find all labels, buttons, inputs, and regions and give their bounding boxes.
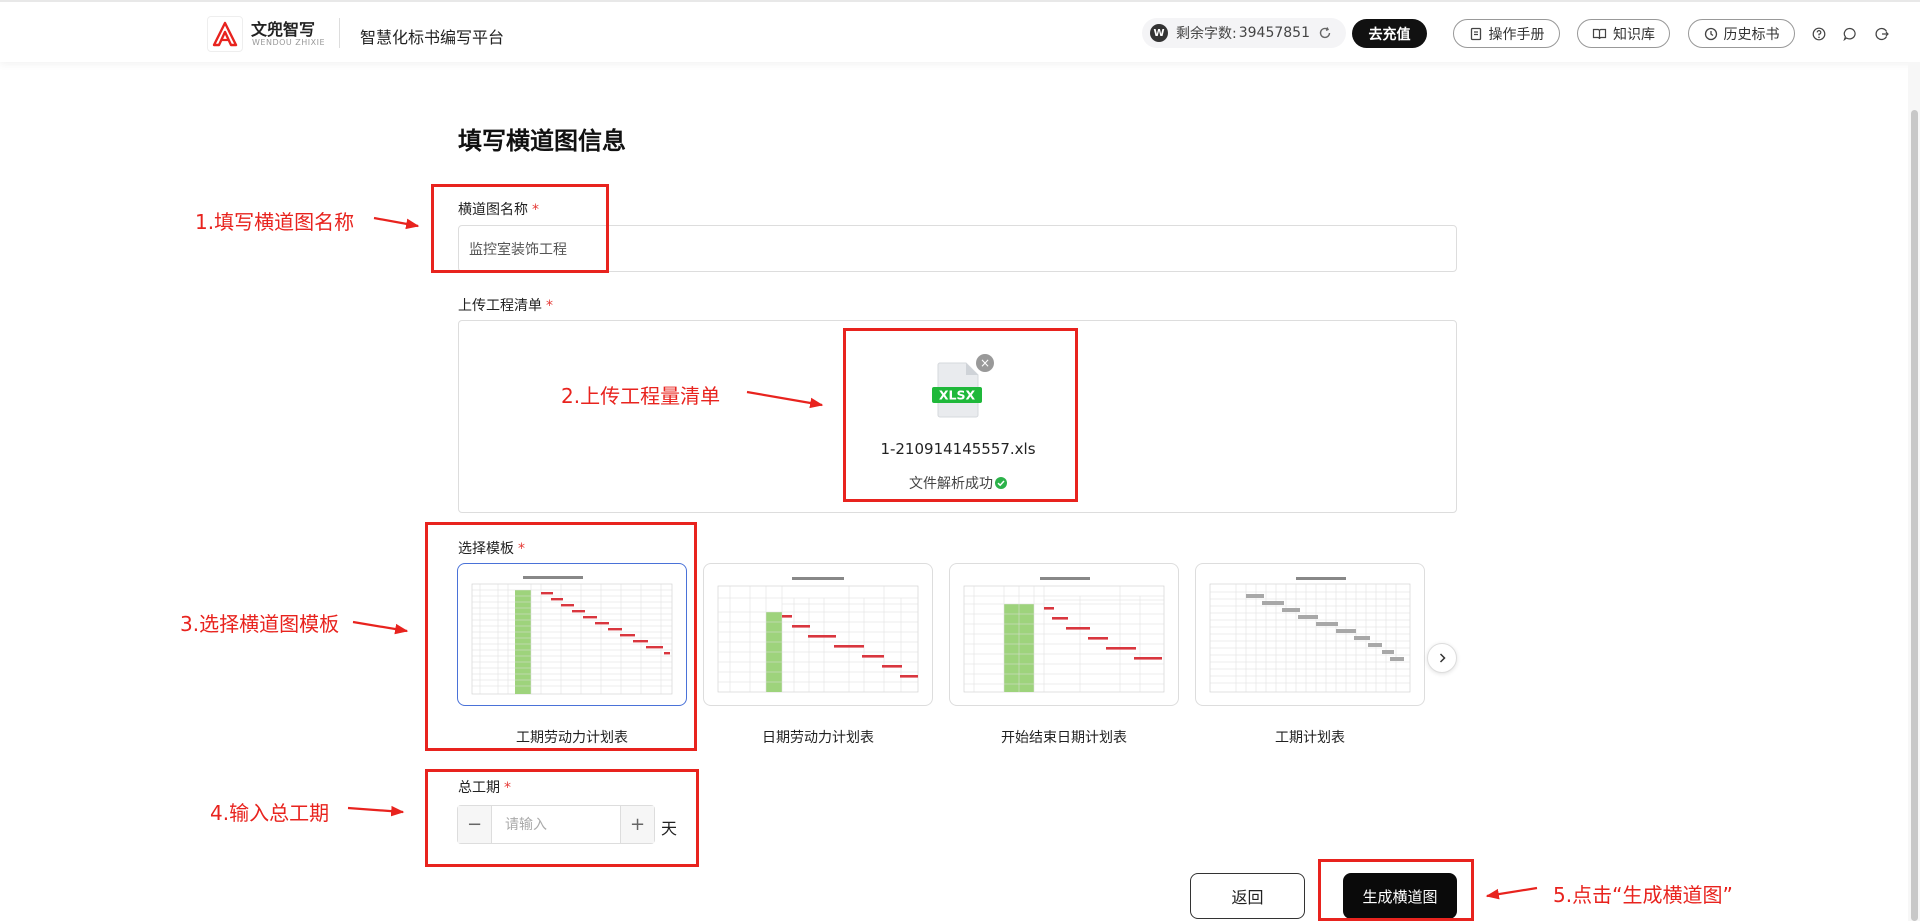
logout-icon[interactable] <box>1873 25 1891 43</box>
annotation-arrow-3 <box>352 620 409 635</box>
clock-icon <box>1704 27 1717 40</box>
template-card-3[interactable] <box>949 563 1179 706</box>
upload-label-text: 上传工程清单 <box>458 298 542 314</box>
annotation-step-5: 5.点击“生成横道图” <box>1553 883 1733 907</box>
brand-divider <box>339 18 340 48</box>
success-check-icon <box>995 477 1007 493</box>
increment-button[interactable]: + <box>620 806 654 843</box>
form-title: 填写横道图信息 <box>458 127 626 155</box>
quota-label: 剩余字数: <box>1176 26 1237 42</box>
history-label: 历史标书 <box>1723 26 1780 43</box>
file-status-text: 文件解析成功 <box>909 476 993 492</box>
scrollbar-thumb[interactable] <box>1911 110 1918 921</box>
word-quota: W 剩余字数: 39457851 <box>1142 18 1346 48</box>
template-next-button[interactable] <box>1427 643 1457 673</box>
annotation-step-1: 1.填写横道图名称 <box>195 210 355 234</box>
template-thumbnail <box>714 572 922 698</box>
brand-logo-icon[interactable] <box>207 16 243 52</box>
template-card-1[interactable] <box>457 563 687 706</box>
template-label-2: 日期劳动力计划表 <box>762 730 874 746</box>
xlsx-file-icon: XLSX <box>932 362 982 418</box>
refresh-icon[interactable] <box>1318 26 1332 40</box>
annotation-arrow-5 <box>1485 886 1538 900</box>
name-label: 横道图名称 * <box>458 199 539 219</box>
template-thumbnail <box>1206 572 1414 698</box>
recharge-button[interactable]: 去充值 <box>1352 19 1427 48</box>
template-label: 选择模板 * <box>458 538 525 558</box>
top-header: 文兜智写 WENDOU ZHIXIE 智慧化标书编写平台 W 剩余字数: 394… <box>0 0 1920 62</box>
upload-label: 上传工程清单 * <box>458 295 553 315</box>
chevron-right-icon <box>1439 653 1446 663</box>
template-label-text: 选择模板 <box>458 541 514 557</box>
file-status: 文件解析成功 <box>854 473 1062 493</box>
back-button[interactable]: 返回 <box>1190 873 1305 919</box>
quota-value: 39457851 <box>1238 25 1310 41</box>
required-mark: * <box>504 780 511 796</box>
template-label-3: 开始结束日期计划表 <box>1001 730 1127 746</box>
duration-input[interactable] <box>493 806 620 843</box>
file-ext-label: XLSX <box>939 388 976 403</box>
duration-label: 总工期 * <box>458 777 511 797</box>
platform-title: 智慧化标书编写平台 <box>360 28 505 47</box>
brand-name-en: WENDOU ZHIXIE <box>252 38 326 47</box>
chat-icon[interactable] <box>1841 25 1859 43</box>
template-label-4: 工期计划表 <box>1275 730 1345 746</box>
annotation-arrow-1 <box>373 216 420 230</box>
template-card-2[interactable] <box>703 563 933 706</box>
history-button[interactable]: 历史标书 <box>1688 19 1795 48</box>
template-label-1: 工期劳动力计划表 <box>516 730 628 746</box>
required-mark: * <box>546 298 553 314</box>
chart-name-input[interactable] <box>458 225 1457 272</box>
remove-file-icon[interactable]: × <box>976 354 994 372</box>
annotation-step-3: 3.选择横道图模板 <box>180 612 340 636</box>
template-thumbnail <box>960 572 1168 698</box>
brand-name: 文兜智写 <box>251 20 316 39</box>
file-name: 1-210914145557.xls <box>880 440 1036 458</box>
annotation-step-2: 2.上传工程量清单 <box>561 384 721 408</box>
manual-label: 操作手册 <box>1488 26 1545 43</box>
w-badge-icon: W <box>1150 24 1168 42</box>
generate-chart-button[interactable]: 生成横道图 <box>1343 873 1457 919</box>
knowledge-button[interactable]: 知识库 <box>1577 19 1670 48</box>
help-icon[interactable] <box>1810 25 1828 43</box>
annotation-arrow-4 <box>347 805 405 817</box>
required-mark: * <box>532 202 539 218</box>
book-icon <box>1592 28 1607 39</box>
template-thumbnail <box>468 572 676 698</box>
duration-unit: 天 <box>661 819 678 838</box>
template-card-4[interactable] <box>1195 563 1425 706</box>
name-label-text: 横道图名称 <box>458 202 528 218</box>
annotation-step-4: 4.输入总工期 <box>210 801 330 825</box>
knowledge-label: 知识库 <box>1613 26 1655 43</box>
duration-label-text: 总工期 <box>458 780 500 796</box>
duration-stepper: − + <box>457 805 655 844</box>
page: 文兜智写 WENDOU ZHIXIE 智慧化标书编写平台 W 剩余字数: 394… <box>0 0 1920 921</box>
manual-button[interactable]: 操作手册 <box>1453 19 1560 48</box>
decrement-button[interactable]: − <box>458 806 492 843</box>
required-mark: * <box>518 541 525 557</box>
manual-icon <box>1470 27 1481 40</box>
